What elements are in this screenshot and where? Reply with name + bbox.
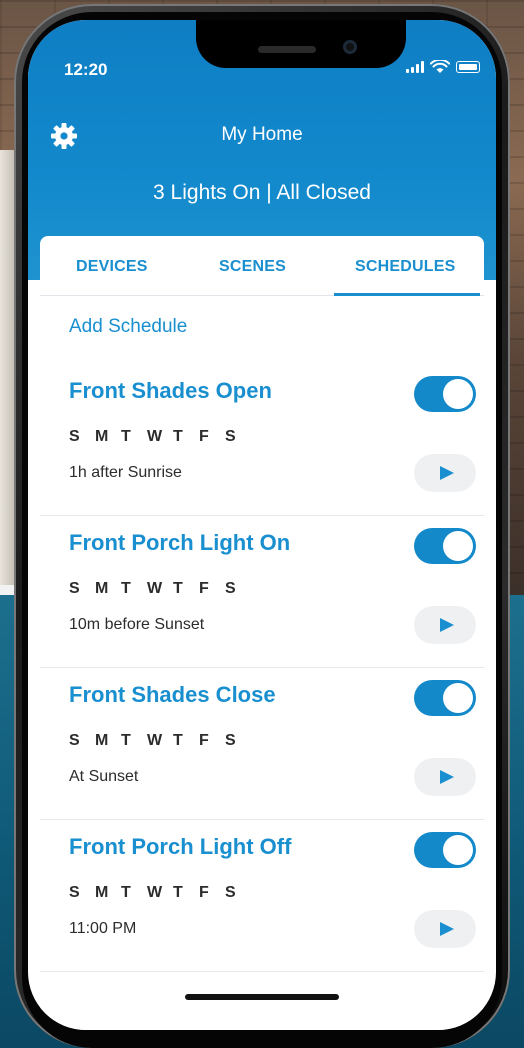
- schedule-days: S M T W T F S: [69, 580, 251, 598]
- tab-devices[interactable]: DEVICES: [76, 258, 148, 276]
- battery-icon: [456, 61, 480, 73]
- day-friday: F: [199, 884, 209, 901]
- tab-schedules[interactable]: SCHEDULES: [355, 258, 455, 276]
- wifi-icon: [430, 60, 450, 73]
- play-icon[interactable]: [414, 758, 476, 796]
- home-indicator[interactable]: [185, 994, 339, 1000]
- schedule-enable-toggle[interactable]: [414, 376, 476, 412]
- day-wednesday: W: [147, 884, 163, 901]
- day-monday: M: [95, 428, 109, 445]
- day-tuesday: T: [121, 428, 131, 445]
- add-schedule-link[interactable]: Add Schedule: [69, 316, 187, 338]
- day-friday: F: [199, 428, 209, 445]
- toggle-knob: [443, 683, 473, 713]
- schedule-days: S M T W T F S: [69, 732, 251, 750]
- schedule-time: At Sunset: [69, 768, 139, 785]
- day-sunday: S: [69, 428, 80, 445]
- day-tuesday: T: [121, 884, 131, 901]
- play-icon[interactable]: [414, 454, 476, 492]
- home-title: My Home: [221, 124, 303, 145]
- schedule-title[interactable]: Front Shades Open: [69, 378, 272, 404]
- status-icons: [406, 60, 480, 74]
- play-icon[interactable]: [414, 910, 476, 948]
- day-friday: F: [199, 580, 209, 597]
- day-thursday: T: [173, 428, 183, 445]
- day-thursday: T: [173, 580, 183, 597]
- phone-notch: [196, 20, 406, 68]
- day-sunday: S: [69, 580, 80, 597]
- schedule-enable-toggle[interactable]: [414, 528, 476, 564]
- day-wednesday: W: [147, 580, 163, 597]
- day-saturday: S: [225, 884, 236, 901]
- schedule-item: Front Porch Light Off S M T W T F S 11:0…: [40, 820, 484, 972]
- status-time: 12:20: [64, 60, 108, 79]
- day-monday: M: [95, 580, 109, 597]
- schedule-item: Front Porch Light On S M T W T F S 10m b…: [40, 516, 484, 668]
- schedule-days: S M T W T F S: [69, 884, 251, 902]
- app-screen: 12:20 My Home 3 Lights On | All Closed D…: [28, 20, 496, 1030]
- schedule-time: 11:00 PM: [69, 920, 137, 937]
- speaker-grille: [258, 46, 316, 53]
- schedule-days: S M T W T F S: [69, 428, 251, 446]
- day-monday: M: [95, 884, 109, 901]
- day-saturday: S: [225, 428, 236, 445]
- schedule-enable-toggle[interactable]: [414, 680, 476, 716]
- day-thursday: T: [173, 732, 183, 749]
- schedules-panel: DEVICES SCENES SCHEDULES Add Schedule Fr…: [40, 236, 484, 1030]
- home-status-summary: 3 Lights On | All Closed: [153, 181, 371, 204]
- tab-scenes[interactable]: SCENES: [219, 258, 286, 276]
- schedule-title[interactable]: Front Porch Light Off: [69, 834, 291, 860]
- tab-bar: DEVICES SCENES SCHEDULES: [40, 236, 484, 296]
- schedule-item: Front Shades Close S M T W T F S At Suns…: [40, 668, 484, 820]
- day-sunday: S: [69, 884, 80, 901]
- schedule-item: Front Shades Open S M T W T F S 1h after…: [40, 364, 484, 516]
- schedule-enable-toggle[interactable]: [414, 832, 476, 868]
- play-icon[interactable]: [414, 606, 476, 644]
- day-sunday: S: [69, 732, 80, 749]
- signal-icon: [406, 61, 424, 73]
- day-saturday: S: [225, 732, 236, 749]
- day-tuesday: T: [121, 732, 131, 749]
- day-monday: M: [95, 732, 109, 749]
- day-tuesday: T: [121, 580, 131, 597]
- toggle-knob: [443, 835, 473, 865]
- day-wednesday: W: [147, 732, 163, 749]
- toggle-knob: [443, 379, 473, 409]
- schedule-time: 1h after Sunrise: [69, 464, 182, 481]
- day-thursday: T: [173, 884, 183, 901]
- front-camera: [343, 40, 357, 54]
- schedule-time: 10m before Sunset: [69, 616, 205, 633]
- day-friday: F: [199, 732, 209, 749]
- day-saturday: S: [225, 580, 236, 597]
- schedule-title[interactable]: Front Shades Close: [69, 682, 276, 708]
- active-tab-indicator: [334, 293, 480, 296]
- day-wednesday: W: [147, 428, 163, 445]
- toggle-knob: [443, 531, 473, 561]
- schedule-title[interactable]: Front Porch Light On: [69, 530, 290, 556]
